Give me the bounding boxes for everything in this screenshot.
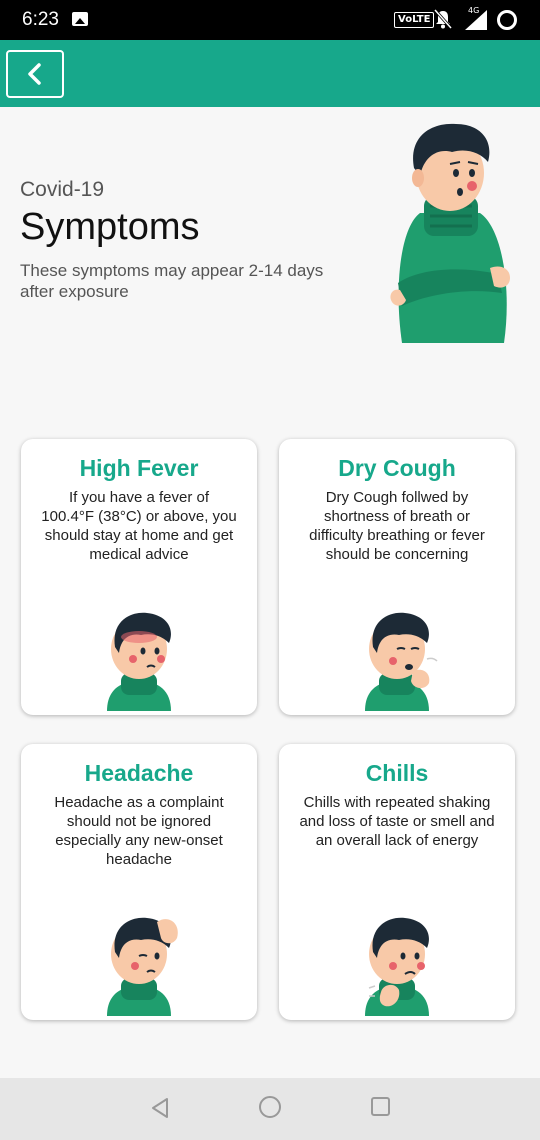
bell-off-icon bbox=[434, 9, 452, 29]
symptom-card-dry-cough: Dry Cough Dry Cough follwed by shortness… bbox=[279, 439, 515, 715]
fever-person-illustration bbox=[107, 612, 171, 711]
page-description: These symptoms may appear 2-14 days afte… bbox=[20, 261, 324, 301]
symptom-title: High Fever bbox=[79, 455, 199, 481]
nav-back-icon[interactable] bbox=[148, 1096, 172, 1120]
symptom-description: Chills with repeated shaking and loss of… bbox=[299, 794, 495, 849]
volte-badge: VoLTE bbox=[394, 12, 435, 28]
symptom-description: Dry Cough follwed by shortness of breath… bbox=[309, 489, 485, 563]
chevron-left-icon bbox=[28, 63, 41, 85]
page-eyebrow: Covid-19 bbox=[20, 178, 105, 201]
symptom-title: Headache bbox=[84, 760, 194, 786]
page-title: Symptoms bbox=[20, 206, 200, 248]
cold-person-illustration bbox=[390, 123, 510, 343]
symptom-title: Dry Cough bbox=[338, 455, 456, 481]
nav-recents-icon[interactable] bbox=[371, 1097, 390, 1116]
cough-person-illustration bbox=[365, 612, 438, 711]
network-type-label: 4G bbox=[468, 6, 480, 15]
status-time: 6:23 bbox=[22, 9, 59, 30]
symptom-description: If you have a fever of 100.4°F (38°C) or… bbox=[41, 489, 237, 563]
back-button[interactable] bbox=[6, 50, 64, 98]
image-notification-icon bbox=[72, 12, 88, 26]
headache-person-illustration bbox=[107, 917, 178, 1016]
status-bar: 6:23 VoLTE 4G bbox=[0, 0, 540, 40]
battery-ring-icon bbox=[497, 10, 517, 30]
system-nav-bar bbox=[0, 1078, 540, 1140]
chills-person-illustration bbox=[365, 917, 429, 1016]
nav-home-icon[interactable] bbox=[259, 1096, 281, 1118]
symptom-description: Headache as a complaint should not be ig… bbox=[54, 794, 224, 868]
app-bar bbox=[0, 40, 540, 107]
symptom-card-high-fever: High Fever If you have a fever of 100.4°… bbox=[21, 439, 257, 715]
symptom-card-headache: Headache Headache as a complaint should … bbox=[21, 744, 257, 1020]
symptom-card-chills: Chills Chills with repeated shaking and … bbox=[279, 744, 515, 1020]
symptom-title: Chills bbox=[365, 760, 429, 786]
